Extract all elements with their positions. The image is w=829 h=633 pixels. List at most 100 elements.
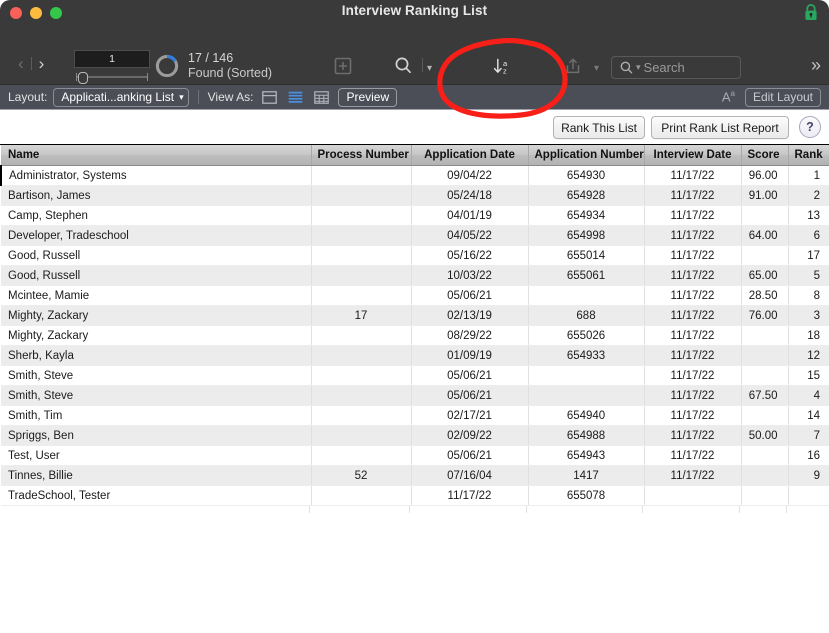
table-row[interactable]: Smith, Tim 02/17/21 654940 11/17/22 14 [1, 405, 829, 426]
cell-appdate[interactable]: 05/06/21 [411, 285, 529, 306]
record-slider[interactable] [74, 71, 150, 84]
cell-process[interactable] [311, 485, 412, 506]
table-row[interactable]: Mighty, Zackary 08/29/22 655026 11/17/22 18 [1, 325, 829, 346]
cell-rank[interactable]: 3 [788, 305, 829, 326]
table-row[interactable]: TradeSchool, Tester 11/17/22 655078 [1, 485, 829, 506]
cell-name[interactable]: Spriggs, Ben [1, 425, 312, 446]
cell-score[interactable]: 91.00 [741, 185, 789, 206]
layout-selector[interactable]: Applicati...anking List ▾ [53, 87, 189, 107]
cell-appdate[interactable]: 05/06/21 [411, 445, 529, 466]
cell-name[interactable]: Camp, Stephen [1, 205, 312, 226]
cell-process[interactable] [311, 205, 412, 226]
edit-layout-button[interactable]: Edit Layout [744, 87, 821, 107]
table-row[interactable]: Camp, Stephen 04/01/19 654934 11/17/22 13 [1, 205, 829, 226]
cell-appnum[interactable]: 655061 [528, 265, 645, 286]
cell-name[interactable]: Mighty, Zackary [1, 325, 312, 346]
cell-appdate[interactable]: 10/03/22 [411, 265, 529, 286]
cell-rank[interactable]: 2 [788, 185, 829, 206]
cell-appnum[interactable]: 688 [528, 305, 645, 326]
record-slider-knob[interactable] [78, 72, 88, 84]
cell-rank[interactable]: 16 [788, 445, 829, 466]
cell-appnum[interactable]: 654943 [528, 445, 645, 466]
cell-process[interactable] [311, 445, 412, 466]
table-row[interactable]: Smith, Steve 05/06/21 11/17/22 67.50 4 [1, 385, 829, 406]
cell-rank[interactable]: 1 [788, 165, 829, 186]
toolbar-overflow-icon[interactable]: » [811, 56, 821, 74]
cell-score[interactable] [741, 405, 789, 426]
cell-appdate[interactable]: 04/01/19 [411, 205, 529, 226]
cell-rank[interactable] [788, 485, 829, 506]
table-row[interactable]: Bartison, James 05/24/18 654928 11/17/22 91.… [1, 185, 829, 206]
sort-applications-button[interactable]: a z [486, 51, 516, 81]
cell-score[interactable] [741, 465, 789, 486]
cell-score[interactable] [741, 365, 789, 386]
cell-process[interactable]: 17 [311, 305, 412, 326]
lock-icon[interactable] [804, 4, 818, 21]
cell-appdate[interactable]: 11/17/22 [411, 485, 529, 506]
cell-intdate[interactable]: 11/17/22 [644, 425, 742, 446]
table-row[interactable]: Tinnes, Billie 52 07/16/04 1417 11/17/22 9 [1, 465, 829, 486]
cell-rank[interactable]: 6 [788, 225, 829, 246]
cell-appdate[interactable]: 05/24/18 [411, 185, 529, 206]
cell-intdate[interactable]: 11/17/22 [644, 165, 742, 186]
cell-appnum[interactable]: 1417 [528, 465, 645, 486]
cell-intdate[interactable]: 11/17/22 [644, 285, 742, 306]
cell-process[interactable] [311, 245, 412, 266]
cell-appnum[interactable]: 654928 [528, 185, 645, 206]
table-row[interactable]: Test, User 05/06/21 654943 11/17/22 16 [1, 445, 829, 466]
preview-button[interactable]: Preview [338, 87, 398, 107]
record-number-input[interactable]: 1 [74, 50, 150, 68]
cell-score[interactable] [741, 445, 789, 466]
cell-appdate[interactable]: 08/29/22 [411, 325, 529, 346]
cell-intdate[interactable]: 11/17/22 [644, 385, 742, 406]
cell-score[interactable]: 96.00 [741, 165, 789, 186]
table-row[interactable]: Spriggs, Ben 02/09/22 654988 11/17/22 50.00 7 [1, 425, 829, 446]
cell-intdate[interactable]: 11/17/22 [644, 185, 742, 206]
new-record-button[interactable] [328, 51, 358, 81]
cell-score[interactable] [741, 205, 789, 226]
help-button[interactable]: ? [799, 116, 821, 138]
cell-appdate[interactable]: 01/09/19 [411, 345, 529, 366]
form-view-icon[interactable] [262, 90, 278, 104]
table-row[interactable]: Good, Russell 05/16/22 655014 11/17/22 17 [1, 245, 829, 266]
cell-appnum[interactable] [528, 365, 645, 386]
cell-appdate[interactable]: 07/16/04 [411, 465, 529, 486]
list-view-icon[interactable] [288, 91, 303, 104]
cell-intdate[interactable]: 11/17/22 [644, 305, 742, 326]
cell-rank[interactable]: 18 [788, 325, 829, 346]
cell-name[interactable]: Mcintee, Mamie [1, 285, 312, 306]
cell-process[interactable] [311, 425, 412, 446]
cell-process[interactable] [311, 185, 412, 206]
column-header-process[interactable]: Process Number [311, 145, 412, 166]
cell-rank[interactable]: 8 [788, 285, 829, 306]
table-row[interactable]: Sherb, Kayla 01/09/19 654933 11/17/22 12 [1, 345, 829, 366]
cell-appnum[interactable]: 654934 [528, 205, 645, 226]
cell-process[interactable] [311, 345, 412, 366]
cell-process[interactable] [311, 165, 412, 186]
cell-name[interactable]: Tinnes, Billie [1, 465, 312, 486]
previous-record-icon[interactable]: ‹ [18, 55, 24, 72]
table-row[interactable]: Smith, Steve 05/06/21 11/17/22 15 [1, 365, 829, 386]
cell-rank[interactable]: 4 [788, 385, 829, 406]
cell-appdate[interactable]: 05/06/21 [411, 365, 529, 386]
cell-rank[interactable]: 17 [788, 245, 829, 266]
cell-name[interactable]: Good, Russell [1, 265, 312, 286]
cell-score[interactable]: 50.00 [741, 425, 789, 446]
cell-name[interactable]: TradeSchool, Tester [1, 485, 312, 506]
cell-name[interactable]: Developer, Tradeschool [1, 225, 312, 246]
find-chevron-down-icon[interactable]: ▾ [427, 63, 432, 74]
cell-name[interactable]: Smith, Steve [1, 385, 312, 406]
cell-appnum[interactable]: 655078 [528, 485, 645, 506]
cell-appdate[interactable]: 02/09/22 [411, 425, 529, 446]
cell-intdate[interactable]: 11/17/22 [644, 325, 742, 346]
cell-process[interactable]: 52 [311, 465, 412, 486]
cell-process[interactable] [311, 365, 412, 386]
cell-name[interactable]: Bartison, James [1, 185, 312, 206]
search-chevron-down-icon[interactable]: ▾ [636, 62, 641, 73]
cell-appnum[interactable]: 655026 [528, 325, 645, 346]
cell-appnum[interactable]: 655014 [528, 245, 645, 266]
share-button[interactable] [558, 51, 588, 81]
cell-score[interactable]: 67.50 [741, 385, 789, 406]
share-chevron-down-icon[interactable]: ▾ [594, 63, 599, 74]
cell-appdate[interactable]: 02/13/19 [411, 305, 529, 326]
